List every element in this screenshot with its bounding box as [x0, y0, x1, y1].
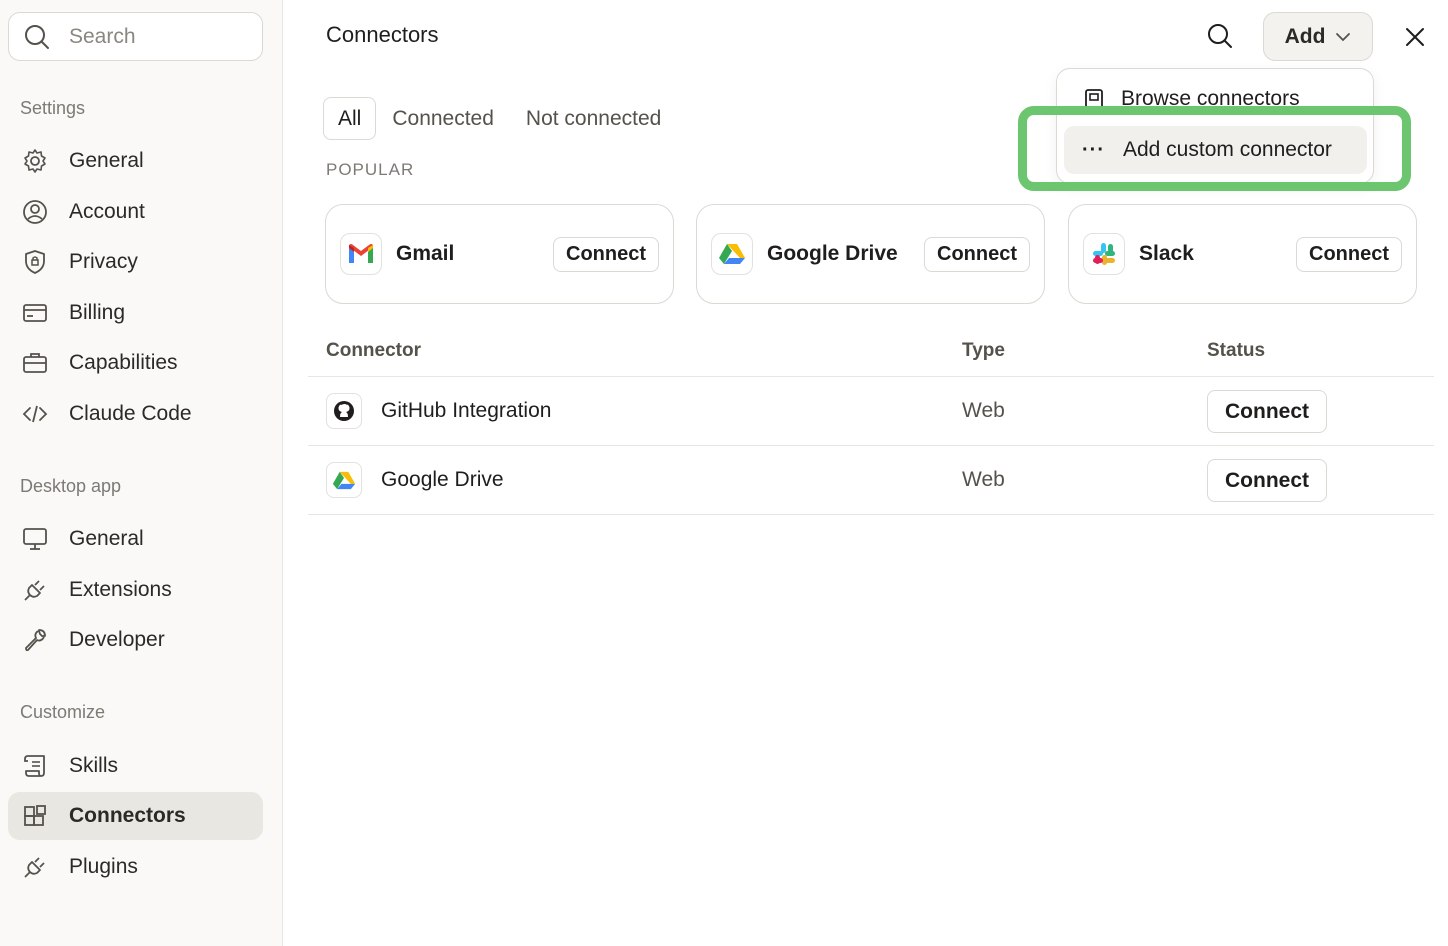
user-circle-icon: [21, 198, 49, 226]
connector-type: Web: [962, 399, 1005, 422]
chevron-down-icon: [1336, 32, 1351, 41]
section-label-customize: Customize: [20, 702, 106, 722]
sidebar-item-desktop-general[interactable]: General: [8, 515, 263, 563]
google-drive-icon: [326, 462, 362, 498]
table-header: Connector Type Status: [308, 334, 1434, 377]
sidebar-item-general[interactable]: General: [8, 137, 263, 185]
sidebar: Search Settings General Account Privacy …: [0, 0, 283, 946]
google-drive-icon: [711, 233, 753, 275]
page-title: Connectors: [326, 22, 439, 47]
gmail-icon: [340, 233, 382, 275]
popular-card-google-drive: Google Drive Connect: [696, 204, 1045, 304]
table-row: Google Drive Web Connect: [308, 446, 1434, 515]
connector-name: Google Drive: [381, 468, 504, 491]
tab-connected[interactable]: Connected: [376, 97, 510, 140]
search-placeholder: Search: [69, 24, 136, 48]
card-name: Google Drive: [767, 242, 898, 265]
ellipsis-icon: ···: [1082, 138, 1105, 161]
shield-icon: [21, 248, 49, 276]
close-button[interactable]: [1400, 22, 1430, 52]
briefcase-icon: [21, 349, 49, 377]
column-header-status: Status: [1207, 340, 1266, 361]
sidebar-item-label: Skills: [69, 754, 119, 777]
sidebar-item-privacy[interactable]: Privacy: [8, 238, 263, 286]
menu-item-add-custom-connector[interactable]: ··· Add custom connector: [1064, 126, 1367, 174]
search-icon: [1208, 24, 1232, 48]
column-header-connector: Connector: [326, 340, 421, 361]
sidebar-item-label: Account: [69, 200, 145, 223]
monitor-icon: [21, 525, 49, 553]
gear-icon: [21, 147, 49, 175]
sidebar-search-input[interactable]: Search: [8, 12, 263, 61]
slack-icon: [1083, 233, 1125, 275]
sidebar-item-connectors[interactable]: Connectors: [8, 792, 263, 840]
connector-type: Web: [962, 468, 1005, 491]
sidebar-item-label: Developer: [69, 628, 165, 651]
sidebar-item-label: Billing: [69, 301, 126, 324]
sidebar-item-developer[interactable]: Developer: [8, 616, 263, 664]
tab-all[interactable]: All: [323, 97, 377, 140]
plug-icon: [21, 853, 49, 881]
sidebar-item-billing[interactable]: Billing: [8, 289, 263, 337]
book-icon: [1085, 89, 1103, 109]
github-icon: [326, 393, 362, 429]
table-row: GitHub Integration Web Connect: [308, 377, 1434, 446]
menu-item-label: Add custom connector: [1122, 138, 1332, 161]
add-dropdown-menu: Browse connectors ··· Add custom connect…: [1056, 68, 1374, 184]
scroll-icon: [21, 752, 49, 780]
popular-card-slack: Slack Connect: [1068, 204, 1417, 304]
connect-slack-button[interactable]: Connect: [1296, 236, 1402, 272]
sidebar-item-label: Capabilities: [69, 351, 178, 374]
sidebar-item-label: Plugins: [69, 855, 138, 878]
search-icon: [25, 24, 49, 49]
sidebar-item-label: Extensions: [69, 578, 172, 601]
sidebar-item-extensions[interactable]: Extensions: [8, 566, 263, 614]
menu-item-browse-connectors[interactable]: Browse connectors: [1083, 87, 1300, 111]
code-icon: [21, 400, 49, 428]
plug-icon: [21, 576, 49, 604]
sidebar-item-label: Claude Code: [69, 402, 192, 425]
section-label-desktop: Desktop app: [20, 476, 122, 496]
filter-tabs: All Connected Not connected: [323, 97, 677, 140]
popular-card-gmail: Gmail Connect: [325, 204, 674, 304]
connect-github-button[interactable]: Connect: [1207, 390, 1327, 433]
sidebar-item-plugins[interactable]: Plugins: [8, 843, 263, 891]
connect-google-drive-row-button[interactable]: Connect: [1207, 459, 1327, 502]
connect-gmail-button[interactable]: Connect: [553, 236, 659, 272]
sidebar-item-label: General: [69, 149, 144, 172]
wrench-icon: [21, 626, 49, 654]
sidebar-item-skills[interactable]: Skills: [8, 742, 263, 790]
sidebar-item-capabilities[interactable]: Capabilities: [8, 339, 263, 387]
column-header-type: Type: [962, 340, 1005, 361]
sidebar-item-label: Privacy: [69, 250, 138, 273]
sidebar-item-account[interactable]: Account: [8, 188, 263, 236]
menu-item-label: Browse connectors: [1121, 87, 1300, 110]
card-name: Gmail: [396, 242, 455, 265]
connector-name: GitHub Integration: [381, 399, 552, 422]
sidebar-item-label: General: [69, 527, 144, 550]
connect-google-drive-button[interactable]: Connect: [924, 236, 1030, 272]
add-button-label: Add: [1284, 24, 1326, 48]
close-icon: [1406, 28, 1424, 46]
search-button[interactable]: [1204, 20, 1236, 52]
sidebar-item-label: Connectors: [69, 804, 186, 827]
credit-card-icon: [21, 299, 49, 327]
card-name: Slack: [1139, 242, 1194, 265]
add-button[interactable]: Add: [1263, 12, 1373, 61]
popular-section-label: POPULAR: [326, 160, 415, 179]
grid-plus-icon: [21, 802, 49, 830]
tab-not-connected[interactable]: Not connected: [510, 97, 677, 140]
sidebar-item-claude-code[interactable]: Claude Code: [8, 390, 263, 438]
section-label-settings: Settings: [20, 98, 86, 118]
